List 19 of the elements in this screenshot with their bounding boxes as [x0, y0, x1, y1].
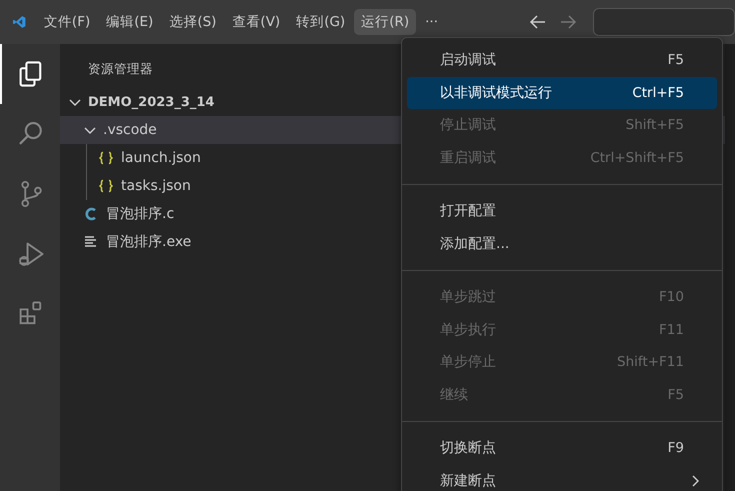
- menu-item[interactable]: 运行(R): [354, 9, 416, 35]
- menu-item[interactable]: ···: [418, 10, 445, 34]
- menu-option[interactable]: 添加配置...: [407, 228, 717, 260]
- forward-arrow-icon[interactable]: [559, 13, 577, 31]
- menu-option[interactable]: 以非调试模式运行 Ctrl+F5: [407, 76, 717, 109]
- menu-item[interactable]: 编辑(E): [99, 9, 160, 35]
- menu-option[interactable]: 切换断点 F9: [407, 432, 717, 464]
- sidebar-title: 资源管理器: [88, 61, 153, 78]
- menu-item[interactable]: 选择(S): [162, 9, 224, 35]
- menu-option[interactable]: 启动调试 F5: [407, 44, 717, 76]
- menu-item[interactable]: 文件(F): [36, 9, 98, 35]
- back-arrow-icon[interactable]: [529, 13, 547, 31]
- braces-icon: [98, 178, 114, 194]
- braces-icon: [98, 150, 114, 166]
- command-field[interactable]: [593, 8, 735, 36]
- menu-option[interactable]: 新建断点: [407, 464, 717, 491]
- c-file-icon: [83, 206, 99, 222]
- menu-item[interactable]: 转到(G): [289, 9, 352, 35]
- menu-item[interactable]: 查看(V): [225, 9, 288, 35]
